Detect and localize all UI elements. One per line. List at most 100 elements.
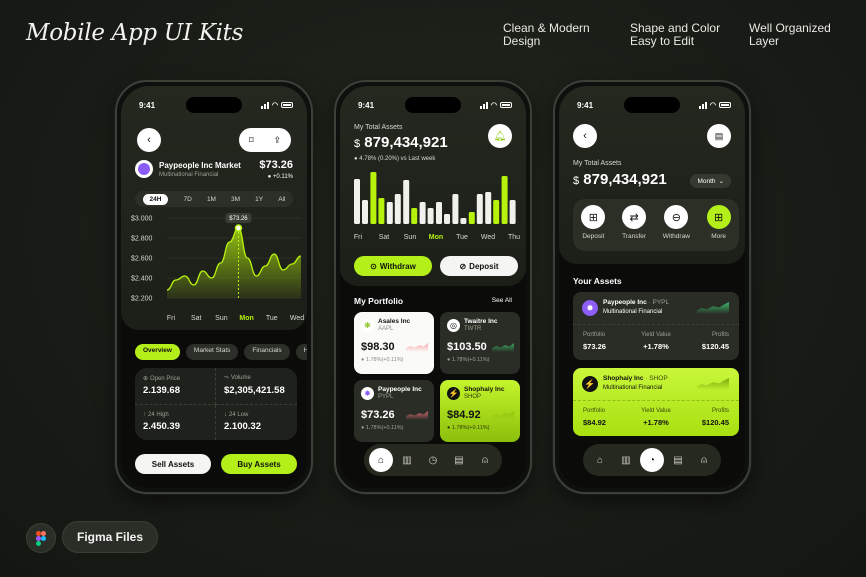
chart-icon[interactable]: ▥ [614, 448, 638, 472]
portfolio-card[interactable]: ◎ Twaitre Inc TWTR $103.50 ● 1.78%(+0.11%) [440, 312, 520, 374]
profile-icon[interactable]: ⍝ [692, 448, 716, 472]
asset-yield-value: +1.78% [643, 342, 669, 351]
bar [501, 176, 508, 224]
pypl-logo-icon: ✸ [361, 387, 374, 400]
clock-icon[interactable]: ◷ [421, 448, 445, 472]
stat-24-high: ↑ 24 High 2.450.39 [135, 405, 216, 440]
portfolio-card[interactable]: ❋ Asales Inc AAPL $98.30 ● 1.78%(+0.11%) [354, 312, 434, 374]
x-tick-label: Tue [266, 315, 278, 322]
card-name: Twaitre Inc [464, 318, 498, 325]
range-7d[interactable]: 7D [184, 196, 192, 203]
clipboard-icon: ▤ [714, 130, 724, 141]
buy-assets-button[interactable]: Buy Assets [221, 454, 297, 474]
range-all[interactable]: All [278, 196, 285, 203]
action-withdraw[interactable]: ⊖ Withdraw [663, 205, 690, 240]
asset-card[interactable]: ✸ Paypeople Inc · PYPL Multinational Finan… [573, 292, 739, 360]
action-label: Withdraw [662, 233, 690, 240]
action-more[interactable]: ⊞ More [706, 205, 731, 240]
bar [444, 214, 450, 224]
x-tick-label: Sat [379, 234, 390, 241]
range-1m[interactable]: 1M [207, 196, 216, 203]
quick-actions: ⊞ Deposit ⇄ Transfer ⊖ Withdraw ⊞ More [573, 199, 739, 251]
tab-his[interactable]: His [295, 344, 307, 360]
card-price: $103.50 [447, 341, 487, 353]
document-icon[interactable]: ▤ [447, 448, 471, 472]
asset-portfolio-label: Portfolio [583, 332, 606, 338]
pie-chart-icon[interactable]: ◔ [640, 448, 664, 472]
profile-icon[interactable]: ⍝ [473, 448, 497, 472]
stat-value: 2.450.39 [143, 421, 180, 432]
notification-button[interactable]: 🔔︎ [488, 124, 512, 148]
home-icon[interactable]: ⌂ [369, 448, 393, 472]
home-icon[interactable]: ⌂ [588, 448, 612, 472]
asset-name: Shophaiy Inc [603, 375, 644, 382]
x-tick-label: Fri [167, 315, 176, 322]
back-button[interactable]: ‹ [137, 128, 161, 152]
action-label: Deposit [582, 233, 605, 240]
asset-card[interactable]: ⚡ Shophaiy Inc · SHOP Multinational Financ… [573, 368, 739, 436]
sparkline [697, 302, 729, 314]
tab-market-stats[interactable]: Market Stats [185, 344, 239, 360]
portfolio-card[interactable]: ✸ Paypeople Inc PYPL $73.26 ● 1.78%(+0.11%) [354, 380, 434, 442]
card-name: Shophaiy Inc [464, 386, 505, 393]
bar [493, 200, 500, 224]
highlight-point[interactable] [234, 224, 243, 232]
asset-yield-label: Yield Value [641, 332, 671, 338]
company-sub: Multinational Financial [159, 172, 219, 178]
card-price: $98.30 [361, 341, 395, 353]
tab-overview[interactable]: Overview [135, 344, 180, 360]
x-tick-label: Sat [191, 315, 202, 322]
grid-plus-icon: ⊞ [706, 205, 731, 229]
action-label: Transfer [622, 233, 647, 240]
stock-change: ● +0.11% [267, 174, 293, 180]
bar [386, 202, 393, 224]
sell-assets-button[interactable]: Sell Assets [135, 454, 211, 474]
feature-2: Shape and Color Easy to Edit [630, 21, 721, 48]
bar [452, 194, 459, 224]
bar [411, 208, 418, 224]
bar [354, 179, 360, 224]
card-price: $84.92 [447, 409, 481, 421]
see-all-link[interactable]: See All [492, 297, 512, 304]
card-change: ● 1.78%(+0.11%) [447, 425, 490, 431]
your-assets-title: Your Assets [573, 276, 622, 286]
tab-financials[interactable]: Financials [244, 344, 290, 360]
pypl-logo-icon: ✸ [582, 300, 598, 316]
total-assets-label: My Total Assets [573, 160, 622, 167]
document-icon[interactable]: ▤ [666, 448, 690, 472]
clipboard-button[interactable]: ▤ [707, 124, 731, 148]
range-1y[interactable]: 1Y [255, 196, 263, 203]
asset-profit-label: Profits [711, 332, 729, 338]
deposit-button[interactable]: ⊘ Deposit [440, 256, 518, 276]
bar [460, 218, 467, 224]
withdraw-icon: ⊙ [370, 261, 377, 271]
asset-profit-label: Profits [711, 408, 729, 414]
period-dropdown[interactable]: Month ⌄ [690, 174, 731, 188]
phone-dashboard: 9:41 ◠ My Total Assets $ 879,434,921 ● 4… [334, 80, 532, 494]
stat-volume: ⤳ Volume $2,305,421.58 [216, 368, 297, 405]
portfolio-title: My Portfolio [354, 296, 404, 306]
x-tick-label: Thu [508, 234, 520, 241]
x-tick-label: Fri [354, 234, 363, 241]
back-button[interactable]: ‹ [573, 124, 597, 148]
stats-card: ⊕ Open Price 2.139.68 ⤳ Volume $2,305,421.58 ↑… [135, 368, 297, 440]
stat-open-price: ⊕ Open Price 2.139.68 [135, 368, 216, 405]
status-time: 9:41 [139, 101, 156, 110]
range-3m[interactable]: 3M [231, 196, 240, 203]
asset-portfolio-label: Portfolio [583, 408, 606, 414]
stat-icon: ↑ [143, 412, 146, 418]
withdraw-button[interactable]: ⊙ Withdraw [354, 256, 432, 276]
asset-profit-value: $120.45 [701, 418, 729, 427]
weekly-bar-chart: Fri Sat Sun Mon Tue Wed Thu [354, 172, 520, 241]
share-icon[interactable]: ⇪ [273, 135, 281, 146]
sparkline [697, 378, 729, 390]
action-transfer[interactable]: ⇄ Transfer [622, 205, 647, 240]
bookmark-icon[interactable]: ⌑ [249, 135, 254, 146]
stock-price: $73.26 [259, 159, 293, 171]
portfolio-card[interactable]: ⚡ Shophaiy Inc SHOP $84.92 ● 1.78%(+0.11%) [440, 380, 520, 442]
range-24h[interactable]: 24H [142, 193, 169, 205]
action-deposit[interactable]: ⊞ Deposit [581, 205, 606, 240]
chart-icon[interactable]: ▥ [395, 448, 419, 472]
sparkline [492, 343, 514, 352]
x-tick-label: Sun [404, 234, 417, 241]
